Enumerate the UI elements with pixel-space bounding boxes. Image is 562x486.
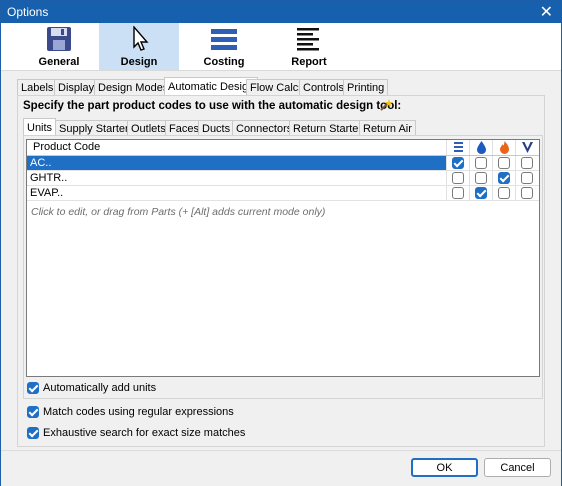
row3-v-checkbox[interactable]	[521, 187, 533, 199]
tab-automatic-design[interactable]: Automatic Design	[164, 77, 259, 96]
check-cell	[469, 171, 492, 185]
row2-v-checkbox[interactable]	[521, 172, 533, 184]
grid-header-row: Product Code	[27, 140, 539, 156]
row2-flame-checkbox[interactable]	[498, 172, 510, 184]
stacked-bars-icon	[211, 29, 237, 50]
ok-button[interactable]: OK	[411, 458, 478, 477]
check-cell	[469, 156, 492, 170]
grid-row[interactable]: AC..	[27, 156, 539, 171]
row2-bars-checkbox[interactable]	[452, 172, 464, 184]
title-bar: Options ✕	[1, 1, 561, 23]
ribbon-design-button[interactable]: Design	[99, 23, 179, 70]
ribbon-report-label: Report	[291, 56, 327, 68]
ribbon-general-button[interactable]: General	[19, 23, 99, 70]
row1-bars-checkbox[interactable]	[452, 157, 464, 169]
grid-row[interactable]: GHTR..	[27, 171, 539, 186]
tab-display[interactable]: Display	[54, 79, 99, 96]
row3-bars-checkbox[interactable]	[452, 187, 464, 199]
check-cell	[492, 186, 515, 200]
bars-icon	[446, 140, 469, 155]
ribbon-design-label: Design	[120, 56, 158, 68]
product-code-cell[interactable]: EVAP..	[27, 186, 446, 200]
exhaustive-search-label: Exhaustive search for exact size matches	[43, 427, 246, 439]
check-cell	[492, 171, 515, 185]
tab-design-modes[interactable]: Design Modes	[94, 79, 173, 96]
row3-flame-checkbox[interactable]	[498, 187, 510, 199]
water-drop-icon	[469, 140, 492, 155]
tab-printing[interactable]: Printing	[343, 79, 389, 96]
match-regex-label: Match codes using regular expressions	[43, 406, 234, 418]
product-code-cell[interactable]: AC..	[27, 156, 446, 170]
grid-hint-text[interactable]: Click to edit, or drag from Parts (+ [Al…	[31, 206, 325, 218]
auto-add-units-checkbox[interactable]	[27, 382, 39, 394]
section-heading: Specify the part product codes to use wi…	[23, 100, 402, 112]
magic-wand-icon	[380, 99, 393, 111]
check-cell	[515, 171, 538, 185]
check-cell	[515, 186, 538, 200]
tab-controls[interactable]: Controls	[299, 79, 348, 96]
options-window: Options ✕ General Design Costing Report …	[0, 0, 562, 486]
window-title: Options	[7, 5, 49, 19]
flame-icon	[492, 140, 515, 155]
close-icon[interactable]: ✕	[540, 2, 553, 22]
check-cell	[446, 156, 469, 170]
check-cell	[469, 186, 492, 200]
grid-row[interactable]: EVAP..	[27, 186, 539, 201]
ribbon: General Design Costing Report	[1, 23, 561, 71]
floppy-disk-icon	[47, 27, 71, 51]
tab-labels[interactable]: Labels	[17, 79, 58, 96]
check-cell	[515, 156, 538, 170]
check-cell	[492, 156, 515, 170]
ribbon-report-button[interactable]: Report	[269, 23, 349, 70]
grid-header-product-code[interactable]: Product Code	[27, 140, 446, 155]
row3-water-checkbox[interactable]	[475, 187, 487, 199]
text-lines-icon	[297, 28, 319, 51]
product-code-grid[interactable]: Product Code AC.. GHTR.. EVAP.. Click to…	[26, 139, 540, 377]
row1-water-checkbox[interactable]	[475, 157, 487, 169]
check-cell	[446, 186, 469, 200]
cancel-button[interactable]: Cancel	[484, 458, 551, 477]
row2-water-checkbox[interactable]	[475, 172, 487, 184]
ribbon-costing-button[interactable]: Costing	[184, 23, 264, 70]
row1-flame-checkbox[interactable]	[498, 157, 510, 169]
ribbon-costing-label: Costing	[203, 56, 245, 68]
row1-v-checkbox[interactable]	[521, 157, 533, 169]
v-logo-icon	[515, 140, 538, 155]
exhaustive-search-checkbox[interactable]	[27, 427, 39, 439]
product-code-cell[interactable]: GHTR..	[27, 171, 446, 185]
ribbon-general-label: General	[38, 56, 80, 68]
match-regex-checkbox[interactable]	[27, 406, 39, 418]
check-cell	[446, 171, 469, 185]
cursor-arrow-icon	[133, 26, 149, 51]
auto-add-units-label: Automatically add units	[43, 382, 157, 394]
